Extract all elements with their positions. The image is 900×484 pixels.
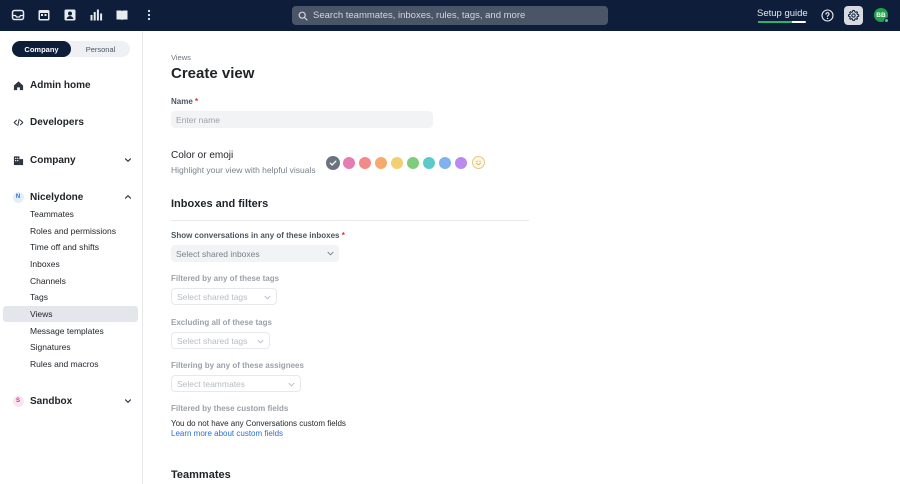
assignees-label: Filtering by any of these assignees [171, 361, 304, 370]
setup-guide-button[interactable]: Setup guide [757, 8, 808, 23]
nav-admin-home[interactable]: Admin home [12, 77, 132, 93]
swatch-teal[interactable] [423, 157, 435, 169]
sidebar-item-rules-and-macros[interactable]: Rules and macros [3, 356, 138, 372]
nav-developers-label: Developers [30, 116, 84, 128]
global-search[interactable]: Search teammates, inboxes, rules, tags, … [292, 6, 608, 25]
smiley-icon [476, 160, 481, 165]
sidebar-item-views[interactable]: Views [3, 306, 138, 322]
home-icon [12, 79, 24, 91]
exclude-tags-select-placeholder: Select shared tags [177, 335, 248, 346]
nav-admin-home-label: Admin home [30, 79, 91, 91]
sidebar-item-roles-and-permissions[interactable]: Roles and permissions [3, 223, 138, 239]
help-icon[interactable] [821, 9, 834, 22]
swatch-yellow[interactable] [391, 157, 403, 169]
chevron-down-icon [124, 399, 132, 403]
sidebar-item-inboxes[interactable]: Inboxes [3, 256, 138, 272]
chevron-down-icon [124, 158, 132, 162]
sidebar-item-teammates[interactable]: Teammates [3, 206, 138, 222]
section-divider [171, 220, 529, 221]
setup-progress-bar [758, 21, 806, 23]
setup-guide-label: Setup guide [757, 8, 808, 19]
swatch-pink[interactable] [343, 157, 355, 169]
chevron-down-icon [288, 382, 295, 387]
chevron-up-icon [124, 195, 132, 199]
search-placeholder: Search teammates, inboxes, rules, tags, … [313, 10, 526, 21]
knowledge-base-icon[interactable] [115, 8, 129, 22]
custom-fields-label: Filtered by these custom fields [171, 404, 289, 413]
teammates-heading: Teammates [171, 469, 231, 481]
tags-label: Filtered by any of these tags [171, 274, 280, 283]
chevron-down-icon [264, 295, 271, 300]
nav-company[interactable]: Company [12, 152, 132, 168]
workspace-badge: N [12, 191, 24, 203]
scope-toggle: Company Personal [12, 41, 130, 57]
inboxes-label-text: Show conversations in any of these inbox… [171, 231, 340, 240]
chevron-down-icon [327, 251, 334, 256]
name-input[interactable] [171, 111, 433, 128]
color-label: Color or emoji [171, 150, 234, 161]
name-label: Name * [171, 97, 198, 106]
custom-fields-link[interactable]: Learn more about custom fields [171, 429, 283, 438]
settings-button[interactable] [844, 6, 863, 25]
name-label-text: Name [171, 97, 193, 106]
nav-workspace-label: Nicelydone [30, 191, 84, 203]
chevron-down-icon [257, 339, 264, 344]
nav-workspace-sandbox[interactable]: S Sandbox [12, 393, 132, 409]
inboxes-select-placeholder: Select shared inboxes [176, 248, 260, 259]
nav-developers[interactable]: Developers [12, 114, 132, 130]
analytics-icon[interactable] [89, 8, 103, 22]
tags-select[interactable]: Select shared tags [171, 288, 277, 305]
check-icon [329, 160, 337, 166]
toggle-personal[interactable]: Personal [71, 41, 130, 57]
sidebar-item-channels[interactable]: Channels [3, 273, 138, 289]
inboxes-filters-heading: Inboxes and filters [171, 198, 269, 210]
exclude-tags-select[interactable]: Select shared tags [171, 332, 270, 349]
calendar-icon[interactable] [37, 8, 51, 22]
tags-select-placeholder: Select shared tags [177, 291, 248, 302]
inboxes-label: Show conversations in any of these inbox… [171, 231, 345, 240]
online-status-dot [884, 18, 889, 23]
page-title: Create view [171, 65, 255, 82]
contacts-icon[interactable] [63, 8, 77, 22]
swatch-blue[interactable] [439, 157, 451, 169]
top-bar: Search teammates, inboxes, rules, tags, … [0, 0, 900, 31]
emoji-picker-button[interactable] [472, 156, 485, 169]
user-avatar[interactable]: BB [874, 8, 889, 23]
toggle-company[interactable]: Company [12, 41, 71, 57]
inbox-icon[interactable] [11, 8, 25, 22]
swatch-coral[interactable] [359, 157, 371, 169]
sidebar-item-message-templates[interactable]: Message templates [3, 323, 138, 339]
setup-progress-fill [758, 21, 792, 23]
admin-sidebar: Company Personal Admin home Developers C… [0, 31, 143, 484]
custom-fields-note: You do not have any Conversations custom… [171, 419, 346, 428]
gear-icon [848, 9, 860, 21]
swatch-purple[interactable] [455, 157, 467, 169]
building-icon [12, 154, 24, 166]
nav-sandbox-label: Sandbox [30, 395, 73, 407]
assignees-select-placeholder: Select teammates [177, 378, 246, 389]
swatch-gray-selected[interactable] [326, 156, 340, 170]
nav-workspace-nicelydone[interactable]: N Nicelydone [12, 189, 132, 205]
assignees-select[interactable]: Select teammates [171, 375, 301, 392]
swatch-orange[interactable] [375, 157, 387, 169]
nav-company-label: Company [30, 154, 76, 166]
exclude-tags-label: Excluding all of these tags [171, 318, 272, 327]
swatch-green[interactable] [407, 157, 419, 169]
search-icon [298, 11, 308, 21]
color-hint: Highlight your view with helpful visuals [171, 165, 316, 175]
code-icon [12, 116, 24, 128]
inboxes-select[interactable]: Select shared inboxes [171, 245, 339, 262]
sidebar-item-time-off-and-shifts[interactable]: Time off and shifts [3, 239, 138, 255]
sidebar-item-tags[interactable]: Tags [3, 289, 138, 305]
more-vertical-icon[interactable] [142, 8, 156, 22]
required-mark: * [341, 231, 345, 240]
sandbox-badge: S [12, 395, 24, 407]
breadcrumb[interactable]: Views [171, 53, 191, 62]
sidebar-item-signatures[interactable]: Signatures [3, 339, 138, 355]
required-mark: * [195, 97, 199, 106]
